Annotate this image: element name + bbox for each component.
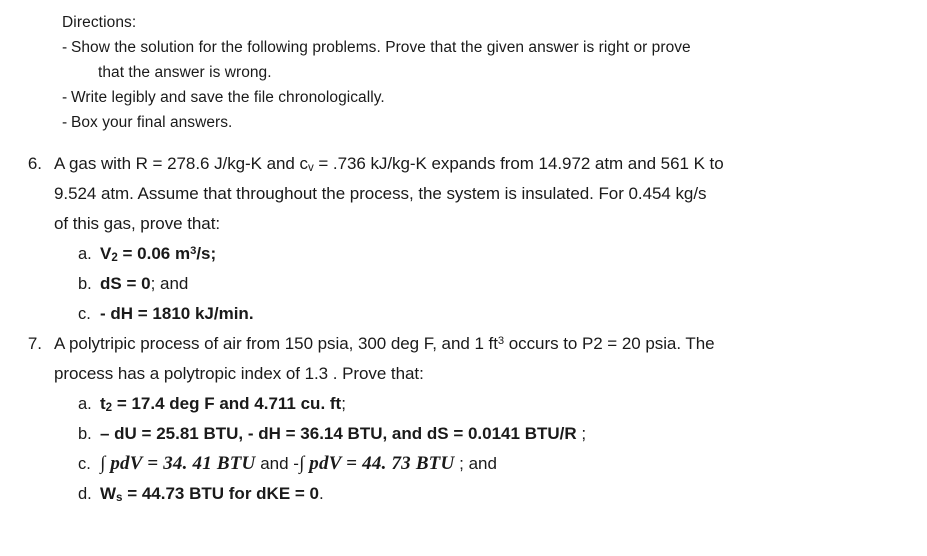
problem-number-6: 6. bbox=[27, 154, 42, 173]
problem-6-subitem-a: a. V2 = 0.06 m3/s; bbox=[54, 239, 921, 269]
problem-7-subitem-d-letter: d. bbox=[78, 485, 92, 503]
problem-list: 6. A gas with R = 278.6 J/kg-K and cv = … bbox=[0, 149, 927, 509]
problem-7b-equation: – dU = 25.81 BTU, - dH = 36.14 BTU, and … bbox=[100, 424, 577, 443]
problem-7d-tail: . bbox=[318, 484, 324, 503]
directions-heading: Directions: bbox=[62, 14, 137, 31]
problem-7-subitem-c-letter: c. bbox=[78, 455, 91, 473]
problem-7-subitems: a. t2 = 17.4 deg F and 4.711 cu. ft; b. … bbox=[54, 389, 921, 509]
problem-7d-value: = 44.73 BTU for dKE = 0 bbox=[122, 484, 319, 503]
problem-6b-tail: ; and bbox=[150, 274, 189, 293]
problem-6-subitem-b: b. dS = 0; and bbox=[54, 269, 921, 299]
problem-6a-unit-tail: /s; bbox=[196, 244, 217, 263]
problem-7-subitem-d-text: Ws = 44.73 BTU for dKE = 0. bbox=[100, 479, 921, 509]
problem-6-subitem-c: c. - dH = 1810 kJ/min. bbox=[54, 299, 921, 329]
problem-7-subitem-a-letter: a. bbox=[78, 395, 92, 413]
problem-7-subitem-a-text: t2 = 17.4 deg F and 4.711 cu. ft; bbox=[100, 389, 921, 419]
problem-7-line-2: process has a polytropic index of 1.3 . … bbox=[54, 364, 424, 383]
problem-6-line-1-part-a: A gas with R = 278.6 J/kg-K and c bbox=[54, 154, 308, 173]
bullet-dash-icon: - bbox=[62, 114, 68, 131]
problem-7c-integral-expression-2: ∫ pdV = 44. 73 BTU bbox=[298, 453, 455, 474]
problem-6-line-1-part-b: = .736 kJ/kg-K expands from 14.972 atm a… bbox=[313, 154, 724, 173]
problem-6c-equation: - dH = 1810 kJ/min. bbox=[100, 304, 254, 323]
problem-7c-tail: ; and bbox=[454, 454, 497, 473]
problem-7-subitem-b: b. – dU = 25.81 BTU, - dH = 36.14 BTU, a… bbox=[54, 419, 921, 449]
problem-6a-value: = 0.06 m bbox=[117, 244, 191, 263]
bullet-dash-icon: - bbox=[62, 89, 68, 106]
problem-7-subitem-b-text: – dU = 25.81 BTU, - dH = 36.14 BTU, and … bbox=[100, 419, 921, 449]
directions-item-3: - Box your final answers. bbox=[62, 110, 927, 135]
problem-7-subitem-c-text: ∫ pdV = 34. 41 BTU and -∫ pdV = 44. 73 B… bbox=[100, 449, 921, 479]
directions-item-1-text: Show the solution for the following prob… bbox=[71, 39, 691, 56]
problem-7-subitem-b-letter: b. bbox=[78, 425, 92, 443]
problem-7-line-1-part-b: occurs to P2 = 20 psia. The bbox=[504, 334, 715, 353]
problem-7-line-1-part-a: A polytripic process of air from 150 psi… bbox=[54, 334, 498, 353]
problem-6a-v-symbol: V bbox=[100, 244, 112, 263]
problem-number-7: 7. bbox=[27, 334, 42, 353]
problem-6-line-2: 9.524 atm. Assume that throughout the pr… bbox=[54, 184, 707, 203]
problem-6-line-3: of this gas, prove that: bbox=[54, 214, 221, 233]
problem-7-body: A polytripic process of air from 150 psi… bbox=[54, 329, 927, 509]
problem-7c-integral-expression-1: ∫ pdV = 34. 41 BTU bbox=[100, 453, 256, 474]
problem-7-subitem-c: c. ∫ pdV = 34. 41 BTU and -∫ pdV = 44. 7… bbox=[54, 449, 921, 479]
problem-7-line-1: A polytripic process of air from 150 psi… bbox=[54, 329, 921, 359]
directions-item-1-continuation: that the answer is wrong. bbox=[98, 64, 272, 81]
problem-7a-tail: ; bbox=[341, 394, 346, 413]
problem-7b-tail: ; bbox=[576, 424, 587, 443]
problem-6-subitem-a-text: V2 = 0.06 m3/s; bbox=[100, 239, 921, 269]
problem-6-subitem-b-letter: b. bbox=[78, 275, 92, 293]
problem-item-6: 6. A gas with R = 278.6 J/kg-K and cv = … bbox=[0, 149, 927, 329]
directions-item-3-text: Box your final answers. bbox=[71, 114, 233, 131]
problem-6-subitem-c-letter: c. bbox=[78, 305, 91, 323]
directions-block: Directions: - Show the solution for the f… bbox=[62, 10, 927, 135]
problem-7-subitem-a: a. t2 = 17.4 deg F and 4.711 cu. ft; bbox=[54, 389, 921, 419]
problem-item-7: 7. A polytripic process of air from 150 … bbox=[0, 329, 927, 509]
problem-6-line-1: A gas with R = 278.6 J/kg-K and cv = .73… bbox=[54, 149, 921, 179]
directions-item-2: - Write legibly and save the file chronol… bbox=[62, 85, 927, 110]
directions-item-1: - Show the solution for the following pro… bbox=[62, 35, 927, 60]
problem-6-body: A gas with R = 278.6 J/kg-K and cv = .73… bbox=[54, 149, 927, 329]
problem-6-subitems: a. V2 = 0.06 m3/s; b. dS = 0; and c. - d… bbox=[54, 239, 921, 329]
problem-7c-conjunction: and - bbox=[255, 454, 299, 473]
problem-7a-value: = 17.4 deg F and 4.711 cu. ft bbox=[112, 394, 342, 413]
problem-6b-equation: dS = 0 bbox=[100, 274, 151, 293]
directions-item-2-text: Write legibly and save the file chronolo… bbox=[71, 89, 385, 106]
problem-7d-w-symbol: W bbox=[100, 484, 117, 503]
bullet-dash-icon: - bbox=[62, 39, 68, 56]
problem-6-subitem-b-text: dS = 0; and bbox=[100, 269, 921, 299]
problem-7-subitem-d: d. Ws = 44.73 BTU for dKE = 0. bbox=[54, 479, 921, 509]
problem-6-subitem-c-text: - dH = 1810 kJ/min. bbox=[100, 299, 921, 329]
document-page: Directions: - Show the solution for the f… bbox=[0, 0, 927, 556]
problem-6-subitem-a-letter: a. bbox=[78, 245, 92, 263]
